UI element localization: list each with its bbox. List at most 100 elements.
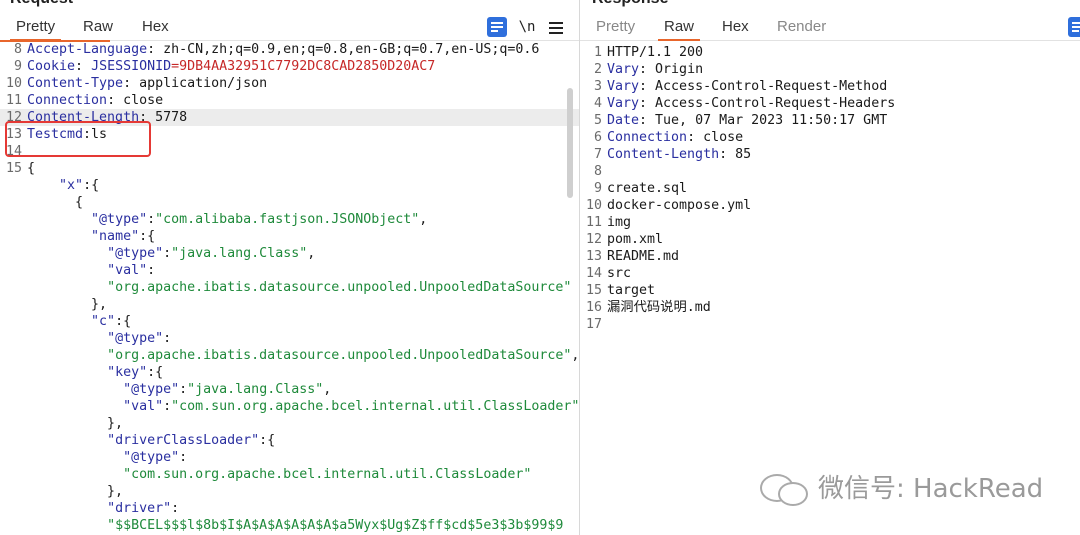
token-text: HTTP/1.1 200 — [607, 45, 704, 60]
token-key: Connection — [607, 130, 688, 145]
code-line: 1 HTTP/1.1 200 — [580, 44, 1080, 61]
tab-raw[interactable]: Raw — [77, 18, 119, 39]
token-key: JSESSIONID — [91, 59, 172, 74]
token-text: 漏洞代码说明.md — [607, 300, 711, 315]
code-line: "val": — [0, 262, 579, 279]
tab-render[interactable]: Render — [771, 18, 832, 39]
line-code: "@type":"java.lang.Class", — [27, 245, 315, 262]
line-number: 16 — [585, 300, 602, 315]
line-number: 14 — [585, 266, 602, 281]
token-string: "java.lang.Class" — [171, 246, 308, 261]
watermark-text: 微信号: HackRead — [818, 474, 1044, 504]
token-text: : — [147, 263, 156, 278]
token-string: "com.sun.org.apache.bcel.internal.util.C… — [123, 467, 532, 482]
token-text: , — [323, 382, 332, 397]
token-text: src — [607, 266, 632, 281]
line-code: { — [27, 194, 83, 211]
token-text: README.md — [607, 249, 680, 264]
line-code: }, — [27, 483, 123, 500]
code-line: 8 Accept-Language: zh-CN,zh;q=0.9,en;q=0.… — [0, 41, 579, 58]
token-text: }, — [27, 416, 124, 431]
line-code: "driver": — [27, 500, 179, 517]
line-code: Cookie: JSESSIONID=9DB4AA32951C7792DC8CA… — [27, 58, 435, 75]
code-line: "driver": — [0, 500, 579, 517]
line-number: 2 — [593, 62, 602, 77]
line-code: docker-compose.yml — [607, 197, 751, 214]
wrap-lines-icon[interactable] — [487, 17, 507, 37]
token-text: : Origin — [639, 62, 704, 77]
token-text: :{ — [83, 178, 100, 193]
code-line: "@type":"java.lang.Class", — [0, 245, 579, 262]
wrap-lines-icon[interactable] — [1068, 17, 1080, 37]
token-text: : Access-Control-Request-Method — [639, 79, 888, 94]
show-newlines-toggle[interactable]: \n — [517, 17, 537, 37]
token-key: Cookie — [27, 59, 76, 74]
line-code: "@type": — [27, 330, 171, 347]
watermark: 微信号: HackRead — [760, 468, 1044, 506]
request-editor[interactable]: 8 Accept-Language: zh-CN,zh;q=0.9,en;q=0.… — [0, 41, 579, 535]
code-line: "$$BCEL$$$l$8b$I$A$A$A$A$A$A$a5Wyx$Ug$Z$… — [0, 517, 579, 534]
token-text: : — [163, 399, 172, 414]
line-number: 17 — [585, 317, 602, 332]
line-code: "c":{ — [27, 313, 131, 330]
annotation-highlight-box — [5, 121, 151, 157]
token-key: Content-Type — [27, 76, 124, 91]
token-key: "c" — [91, 314, 116, 329]
line-number: 9 — [13, 59, 22, 74]
tab-hex[interactable]: Hex — [716, 18, 755, 39]
token-text: :{ — [259, 433, 276, 448]
wechat-logo-icon — [760, 470, 810, 506]
code-line: "x":{ — [0, 177, 579, 194]
line-code: 漏洞代码说明.md — [607, 299, 711, 316]
code-line: 14 src — [580, 265, 1080, 282]
response-editor[interactable]: 1 HTTP/1.1 200 2 Vary: Origin 3 Vary: Access-… — [580, 41, 1080, 535]
code-line: 12 pom.xml — [580, 231, 1080, 248]
token-key: Content-Length — [607, 147, 720, 162]
code-line: }, — [0, 296, 579, 313]
tab-raw[interactable]: Raw — [658, 18, 701, 41]
tab-pretty[interactable]: Pretty — [590, 18, 641, 39]
token-text: docker-compose.yml — [607, 198, 752, 213]
code-line: 11 img — [580, 214, 1080, 231]
token-string: "java.lang.Class" — [187, 382, 324, 397]
code-line: 17 — [580, 316, 1080, 333]
code-line: 15 target — [580, 282, 1080, 299]
line-code: { — [27, 160, 35, 177]
menu-icon[interactable] — [546, 17, 566, 37]
line-code: create.sql — [607, 180, 687, 197]
token-text: :{ — [147, 365, 164, 380]
token-key: Connection — [27, 93, 108, 108]
code-line: 9 Cookie: JSESSIONID=9DB4AA32951C7792DC8C… — [0, 58, 579, 75]
line-code: HTTP/1.1 200 — [607, 44, 703, 61]
line-code: Vary: Access-Control-Request-Method — [607, 78, 887, 95]
line-code: README.md — [607, 248, 679, 265]
token-text: }, — [27, 297, 108, 312]
tab-pretty[interactable]: Pretty — [10, 18, 62, 41]
code-line: 5 Date: Tue, 07 Mar 2023 11:50:17 GMT — [580, 112, 1080, 129]
code-line: "@type":"java.lang.Class", — [0, 381, 579, 398]
code-line: 9 create.sql — [580, 180, 1080, 197]
token-text: , — [571, 348, 580, 363]
token-text: { — [27, 161, 36, 176]
request-scrollbar[interactable] — [567, 88, 573, 198]
tab-hex[interactable]: Hex — [136, 18, 175, 39]
code-line: "org.apache.ibatis.datasource.unpooled.U… — [0, 279, 579, 296]
code-line: 10 Content-Type: application/json — [0, 75, 579, 92]
token-key: "x" — [59, 178, 84, 193]
token-text: : 85 — [719, 147, 752, 162]
token-key: "@type" — [107, 246, 164, 261]
line-code: src — [607, 265, 631, 282]
code-line: 11 Connection: close — [0, 92, 579, 109]
line-code: Connection: close — [607, 129, 743, 146]
token-key: "@type" — [91, 212, 148, 227]
line-number: 15 — [585, 283, 602, 298]
